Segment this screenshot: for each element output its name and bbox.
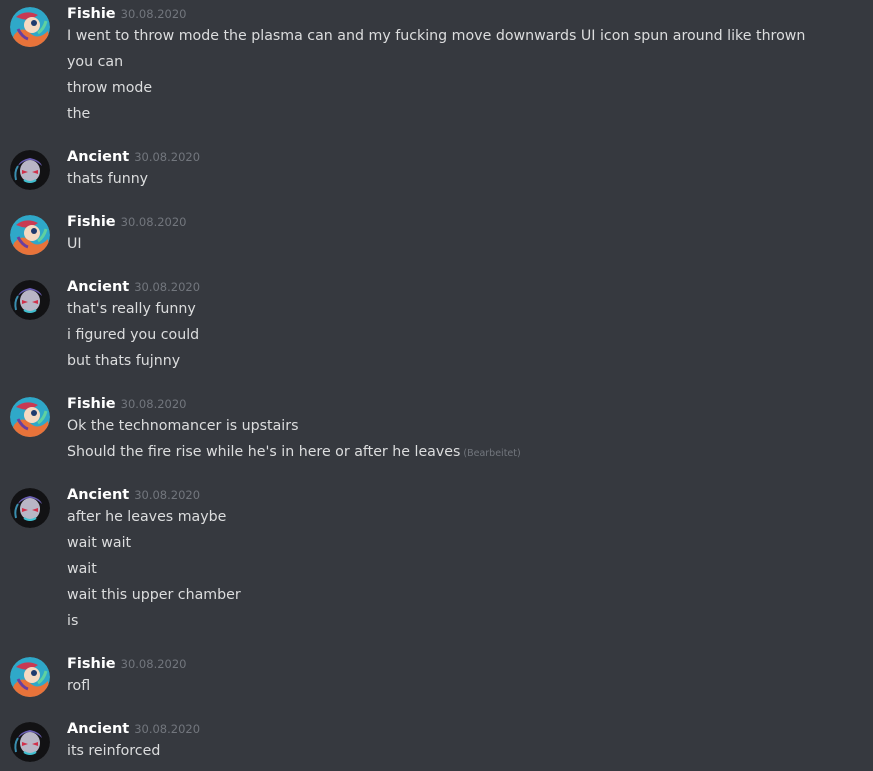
ancient-avatar-icon	[10, 488, 50, 528]
message-text: but thats fujnny	[67, 353, 181, 369]
timestamp: 30.08.2020	[120, 397, 187, 411]
message-lines: thats funny	[67, 168, 148, 194]
message-text: is	[67, 613, 79, 629]
avatar-fishie[interactable]	[10, 657, 50, 697]
username[interactable]: Ancient	[67, 487, 129, 503]
username[interactable]: Fishie	[67, 214, 116, 230]
message-text: I went to throw mode the plasma can and …	[67, 28, 806, 44]
message-text: Should the fire rise while he's in here …	[67, 444, 461, 460]
avatar-fishie[interactable]	[10, 397, 50, 437]
message-text: i figured you could	[67, 327, 200, 343]
message-text: UI	[67, 236, 82, 252]
message-text: after he leaves maybe	[67, 509, 227, 525]
username[interactable]: Fishie	[67, 656, 116, 672]
message-text: the	[67, 106, 91, 122]
message-header: Fishie 30.08.2020	[67, 653, 187, 675]
message-lines: UI	[67, 233, 82, 259]
message-lines: I went to throw mode the plasma can and …	[67, 25, 805, 129]
message-text: Ok the technomancer is upstairs	[67, 418, 299, 434]
message-header: Ancient 30.08.2020	[67, 484, 200, 506]
message-text: throw mode	[67, 80, 153, 96]
message-text: rofl	[67, 678, 91, 694]
fishie-avatar-icon	[10, 215, 50, 255]
timestamp: 30.08.2020	[120, 657, 187, 671]
avatar-fishie[interactable]	[10, 7, 50, 47]
message-lines: after he leaves maybe wait wait wait wai…	[67, 506, 241, 636]
message-header: Ancient 30.08.2020	[67, 146, 200, 168]
avatar-ancient[interactable]	[10, 280, 50, 320]
fishie-avatar-icon	[10, 397, 50, 437]
edited-marker: (Bearbeitet)	[463, 448, 521, 459]
timestamp: 30.08.2020	[120, 7, 187, 21]
avatar-fishie[interactable]	[10, 215, 50, 255]
message-header: Ancient 30.08.2020	[67, 718, 200, 740]
ancient-avatar-icon	[10, 722, 50, 762]
message-text: wait	[67, 561, 97, 577]
message-header: Ancient 30.08.2020	[67, 276, 200, 298]
fishie-avatar-icon	[10, 7, 50, 47]
message-line-edited: Should the fire rise while he's in here …	[67, 441, 521, 467]
message-text: thats funny	[67, 171, 149, 187]
message-text: its reinforced	[67, 743, 161, 759]
username[interactable]: Ancient	[67, 279, 129, 295]
message-text: that's really funny	[67, 301, 196, 317]
fishie-avatar-icon	[10, 657, 50, 697]
message-text: wait this upper chamber	[67, 587, 241, 603]
message-text: you can	[67, 54, 124, 70]
chat-message-list: Fishie 30.08.2020 I went to throw mode th…	[0, 0, 873, 771]
avatar-ancient[interactable]	[10, 488, 50, 528]
timestamp: 30.08.2020	[134, 280, 201, 294]
username[interactable]: Fishie	[67, 396, 116, 412]
timestamp: 30.08.2020	[134, 488, 201, 502]
ancient-avatar-icon	[10, 150, 50, 190]
message-header: Fishie 30.08.2020	[67, 393, 187, 415]
username[interactable]: Fishie	[67, 6, 116, 22]
timestamp: 30.08.2020	[120, 215, 187, 229]
timestamp: 30.08.2020	[134, 150, 201, 164]
message-lines: rofl	[67, 675, 90, 701]
message-lines: that's really funny i figured you could …	[67, 298, 199, 376]
avatar-ancient[interactable]	[10, 150, 50, 190]
message-header: Fishie 30.08.2020	[67, 211, 187, 233]
message-text: wait wait	[67, 535, 132, 551]
message-lines: its reinforced	[67, 740, 160, 766]
ancient-avatar-icon	[10, 280, 50, 320]
username[interactable]: Ancient	[67, 721, 129, 737]
message-header: Fishie 30.08.2020	[67, 3, 187, 25]
avatar-ancient[interactable]	[10, 722, 50, 762]
message-lines: Ok the technomancer is upstairs Should t…	[67, 415, 521, 467]
timestamp: 30.08.2020	[134, 722, 201, 736]
username[interactable]: Ancient	[67, 149, 129, 165]
